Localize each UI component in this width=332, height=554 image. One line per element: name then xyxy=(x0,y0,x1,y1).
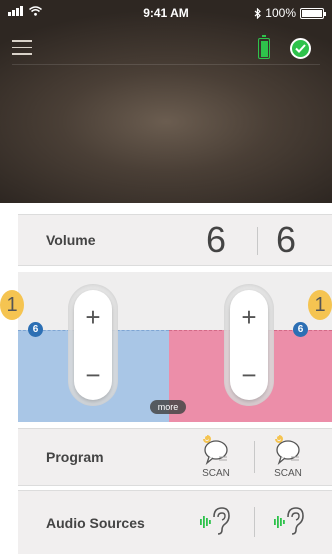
device-battery-icon xyxy=(258,35,270,59)
scan-bubble-icon xyxy=(203,435,228,465)
left-volume-down-button[interactable]: − xyxy=(74,360,112,391)
left-volume-up-button[interactable]: + xyxy=(74,302,112,333)
volume-divider xyxy=(257,227,258,255)
left-program-scan-button[interactable]: SCAN xyxy=(196,433,236,483)
bluetooth-icon xyxy=(254,7,262,19)
right-scan-label: SCAN xyxy=(274,468,302,479)
right-volume-down-button[interactable]: − xyxy=(230,360,268,391)
hamburger-menu-icon[interactable] xyxy=(12,40,32,56)
volume-right-value: 6 xyxy=(276,219,297,260)
ear-streaming-icon xyxy=(274,507,304,535)
program-row: Program SCAN SCAN xyxy=(18,428,332,486)
phone-battery-icon xyxy=(300,7,326,19)
left-program-badge: 1 xyxy=(0,290,24,320)
header-divider xyxy=(12,64,320,65)
audio-sources-row: Audio Sources xyxy=(18,490,332,554)
volume-label: Volume xyxy=(46,232,96,248)
left-scan-label: SCAN xyxy=(202,468,230,479)
right-slider-knob[interactable]: + − xyxy=(230,290,268,400)
audio-divider xyxy=(254,507,255,537)
more-button[interactable]: more xyxy=(150,400,186,414)
left-volume-slider[interactable]: + − xyxy=(68,284,118,406)
right-program-badge: 1 xyxy=(308,290,332,320)
status-bar: 9:41 AM 100% xyxy=(0,0,332,26)
right-volume-up-button[interactable]: + xyxy=(230,302,268,333)
right-level-badge: 6 xyxy=(293,322,308,337)
audio-sources-label: Audio Sources xyxy=(46,515,145,531)
volume-row: Volume 6 6 xyxy=(18,214,332,266)
status-right: 100% xyxy=(254,6,326,20)
left-slider-knob[interactable]: + − xyxy=(74,290,112,400)
battery-percent: 100% xyxy=(265,6,296,20)
program-label: Program xyxy=(46,449,104,465)
right-audio-source-button[interactable] xyxy=(268,503,308,539)
header-area: 9:41 AM 100% xyxy=(0,0,332,203)
program-divider xyxy=(254,441,255,473)
scan-bubble-icon xyxy=(275,435,300,465)
check-circle-icon[interactable] xyxy=(290,38,311,59)
left-level-badge: 6 xyxy=(28,322,43,337)
right-volume-slider[interactable]: + − xyxy=(224,284,274,406)
ear-streaming-icon xyxy=(200,507,230,535)
volume-left-value: 6 xyxy=(206,219,227,260)
right-program-scan-button[interactable]: SCAN xyxy=(268,433,308,483)
left-audio-source-button[interactable] xyxy=(194,503,234,539)
